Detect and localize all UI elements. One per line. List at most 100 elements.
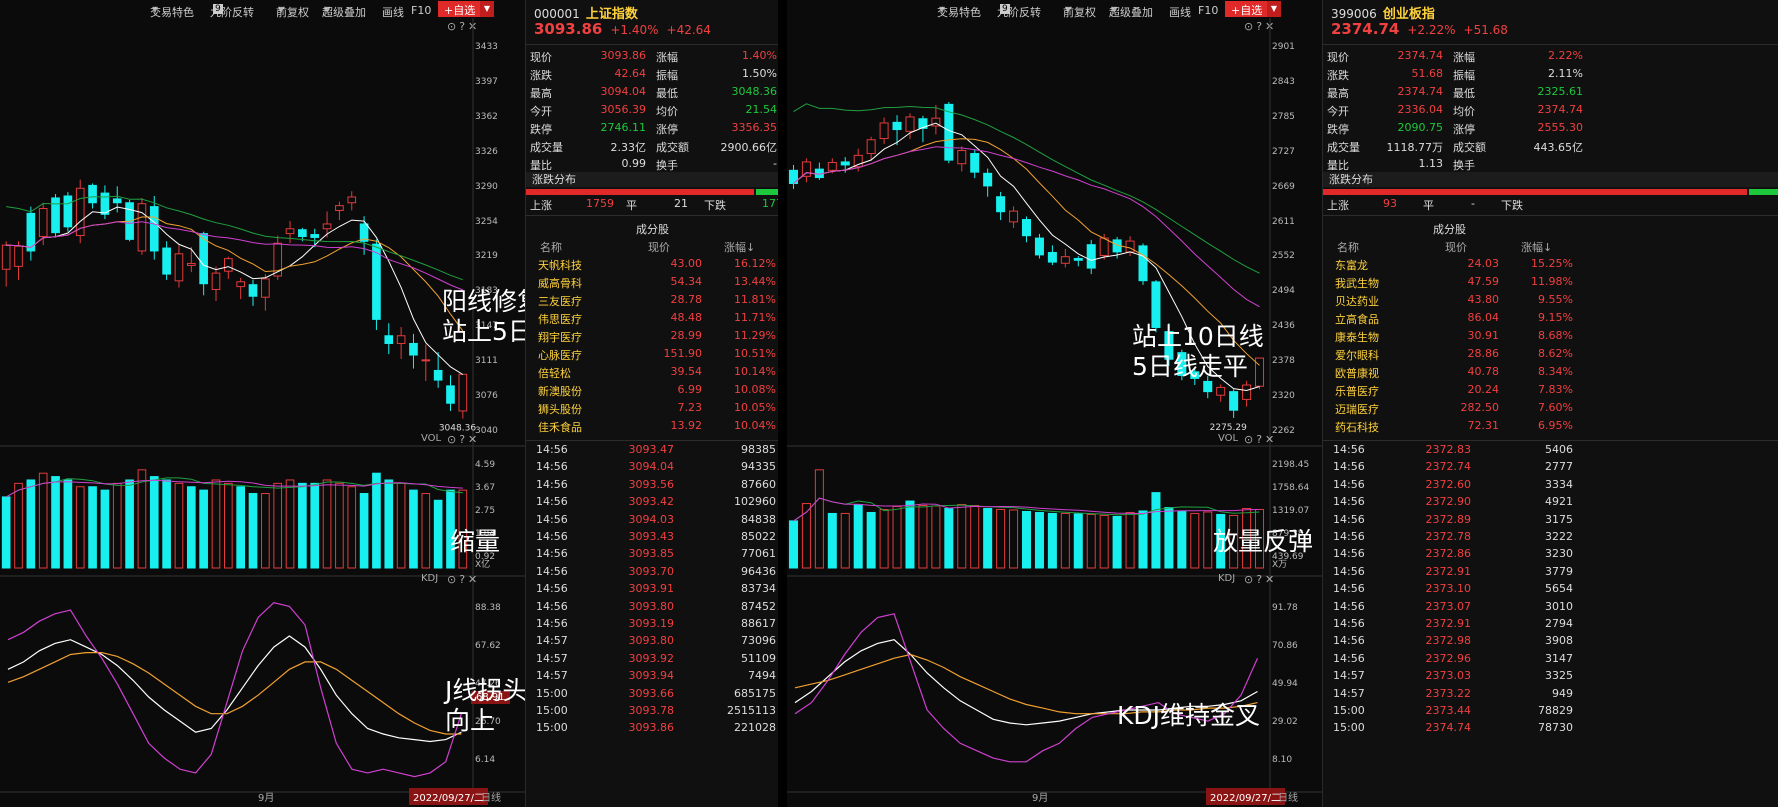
tick-row: 14:56 2372.78 3222 bbox=[1323, 530, 1778, 547]
candle-annotation: 站上10日线 5日线走平 bbox=[1132, 322, 1264, 382]
component-row[interactable]: 药石科技 72.31 6.95% bbox=[1323, 419, 1778, 437]
component-change: 11.98% bbox=[1531, 275, 1573, 288]
quote-value: 3056.39 bbox=[600, 103, 647, 116]
component-price: 43.00 bbox=[670, 257, 703, 270]
volume-bar bbox=[1086, 513, 1096, 569]
tick-price: 2372.60 bbox=[1425, 477, 1472, 491]
component-row[interactable]: 倍轻松 39.54 10.14% bbox=[526, 365, 779, 383]
quote-value: 1118.77万 bbox=[1386, 141, 1444, 154]
volume-bar bbox=[1164, 507, 1174, 569]
kdj-line-d bbox=[7, 652, 462, 735]
tick-price: 3094.03 bbox=[628, 512, 675, 526]
col-price[interactable]: 现价 bbox=[648, 239, 670, 255]
candle bbox=[970, 149, 980, 179]
volume-bar bbox=[944, 507, 954, 569]
tick-price: 3093.66 bbox=[628, 686, 675, 700]
col-name[interactable]: 名称 bbox=[540, 239, 562, 255]
col-price[interactable]: 现价 bbox=[1445, 239, 1467, 255]
distribution-down-bar bbox=[1749, 189, 1778, 195]
quote-value: 2336.04 bbox=[1397, 103, 1444, 116]
quote-label: 最低 bbox=[1453, 87, 1475, 100]
candle bbox=[14, 241, 23, 280]
left-chart-panel: 交易特色 ▼ 九阶反转 9 前复权 ▼ 超级叠加 ▼ 画线 F10 +自选 ▼ ⊙?✕ 3048.36 34… bbox=[0, 0, 592, 807]
volume-bar bbox=[384, 479, 394, 569]
component-name: 天帆科技 bbox=[538, 259, 582, 272]
component-row[interactable]: 翔宇医疗 28.99 11.29% bbox=[526, 329, 779, 347]
component-row[interactable]: 爱尔眼科 28.86 8.62% bbox=[1323, 347, 1778, 365]
volume-bar bbox=[1112, 515, 1122, 569]
component-row[interactable]: 威高骨科 54.34 13.44% bbox=[526, 275, 779, 293]
component-row[interactable]: 心脉医疗 151.90 10.51% bbox=[526, 347, 779, 365]
component-row[interactable]: 我武生物 47.59 11.98% bbox=[1323, 275, 1778, 293]
volume-bar bbox=[174, 482, 184, 569]
volume-bar bbox=[1, 496, 11, 569]
component-row[interactable]: 天帆科技 43.00 16.12% bbox=[526, 257, 779, 275]
quote-value: - bbox=[773, 157, 777, 170]
candle bbox=[421, 344, 431, 382]
volume-bar bbox=[918, 505, 928, 569]
component-row[interactable]: 迈瑞医疗 282.50 7.60% bbox=[1323, 401, 1778, 419]
quote-value: 443.65亿 bbox=[1533, 141, 1584, 154]
quote-value: 1.50% bbox=[742, 67, 777, 80]
period-label[interactable]: 日线 bbox=[481, 789, 501, 807]
tick-time: 15:00 bbox=[1333, 704, 1365, 717]
quote-value: 2.33亿 bbox=[610, 141, 647, 154]
period-label[interactable]: 日线 bbox=[1278, 789, 1298, 807]
col-name[interactable]: 名称 bbox=[1337, 239, 1359, 255]
chart-svg: 2275.29 bbox=[787, 18, 1322, 793]
components-title: 成分股 bbox=[1433, 223, 1466, 236]
component-row[interactable]: 狮头股份 7.23 10.05% bbox=[526, 401, 779, 419]
volume-bar bbox=[931, 505, 941, 569]
tick-row: 14:56 3093.80 87452 bbox=[526, 600, 779, 617]
kdj-line-j bbox=[7, 602, 462, 778]
tick-volume: 51109 bbox=[741, 651, 776, 665]
component-row[interactable]: 立高食品 86.04 9.15% bbox=[1323, 311, 1778, 329]
component-price: 47.59 bbox=[1467, 275, 1500, 288]
kdj-panel-label: KDJ bbox=[421, 573, 439, 584]
tick-time: 15:00 bbox=[536, 721, 568, 735]
volume-bar bbox=[137, 469, 147, 569]
component-name: 伟思医疗 bbox=[538, 313, 582, 326]
volume-bar bbox=[310, 482, 320, 569]
index-price-line: 2374.74 +2.22% +51.68 bbox=[1331, 20, 1508, 38]
component-row[interactable]: 东富龙 24.03 15.25% bbox=[1323, 257, 1778, 275]
candle bbox=[384, 323, 394, 355]
component-row[interactable]: 三友医疗 28.78 11.81% bbox=[526, 293, 779, 311]
quote-row: 今开 3056.39 均价 21.54 bbox=[526, 103, 779, 121]
tick-row: 14:56 2372.86 3230 bbox=[1323, 547, 1778, 564]
volume-bar bbox=[51, 476, 60, 569]
quote-value: 2325.61 bbox=[1537, 85, 1584, 98]
tick-volume: 3908 bbox=[1545, 634, 1573, 648]
distribution-down-bar bbox=[755, 189, 779, 195]
quote-label: 最高 bbox=[530, 87, 552, 100]
component-row[interactable]: 新澳股份 6.99 10.08% bbox=[526, 383, 779, 401]
component-row[interactable]: 佳禾食品 13.92 10.04% bbox=[526, 419, 779, 437]
tick-volume: 83734 bbox=[741, 582, 776, 596]
col-change[interactable]: 涨幅↓ bbox=[724, 239, 755, 255]
component-row[interactable]: 乐普医疗 20.24 7.83% bbox=[1323, 383, 1778, 401]
index-price-line: 3093.86 +1.40% +42.64 bbox=[534, 20, 711, 38]
quote-value: 0.99 bbox=[621, 157, 647, 170]
volume-bar bbox=[840, 512, 850, 569]
tick-price: 3093.91 bbox=[628, 582, 675, 596]
col-change[interactable]: 涨幅↓ bbox=[1521, 239, 1552, 255]
volume-bar bbox=[1177, 510, 1187, 569]
component-row[interactable]: 贝达药业 43.80 9.55% bbox=[1323, 293, 1778, 311]
tick-price: 3093.43 bbox=[628, 530, 675, 543]
annotation-line: 向上 bbox=[445, 706, 496, 735]
component-row[interactable]: 康泰生物 30.91 8.68% bbox=[1323, 329, 1778, 347]
quote-label: 跌停 bbox=[530, 123, 552, 136]
tick-time: 14:56 bbox=[1333, 617, 1365, 630]
component-name: 翔宇医疗 bbox=[538, 331, 582, 344]
component-row[interactable]: 欧普康视 40.78 8.34% bbox=[1323, 365, 1778, 383]
quote-value: 2555.30 bbox=[1537, 121, 1584, 134]
volume-bar bbox=[957, 504, 967, 569]
volume-bar bbox=[248, 493, 258, 569]
tick-row: 14:56 2372.60 3334 bbox=[1323, 478, 1778, 495]
component-price: 72.31 bbox=[1467, 419, 1500, 432]
quote-label: 现价 bbox=[530, 51, 552, 64]
tick-volume: 85022 bbox=[741, 530, 776, 543]
tick-price: 3093.78 bbox=[628, 704, 675, 717]
candle bbox=[1073, 256, 1083, 267]
component-row[interactable]: 伟思医疗 48.48 11.71% bbox=[526, 311, 779, 329]
